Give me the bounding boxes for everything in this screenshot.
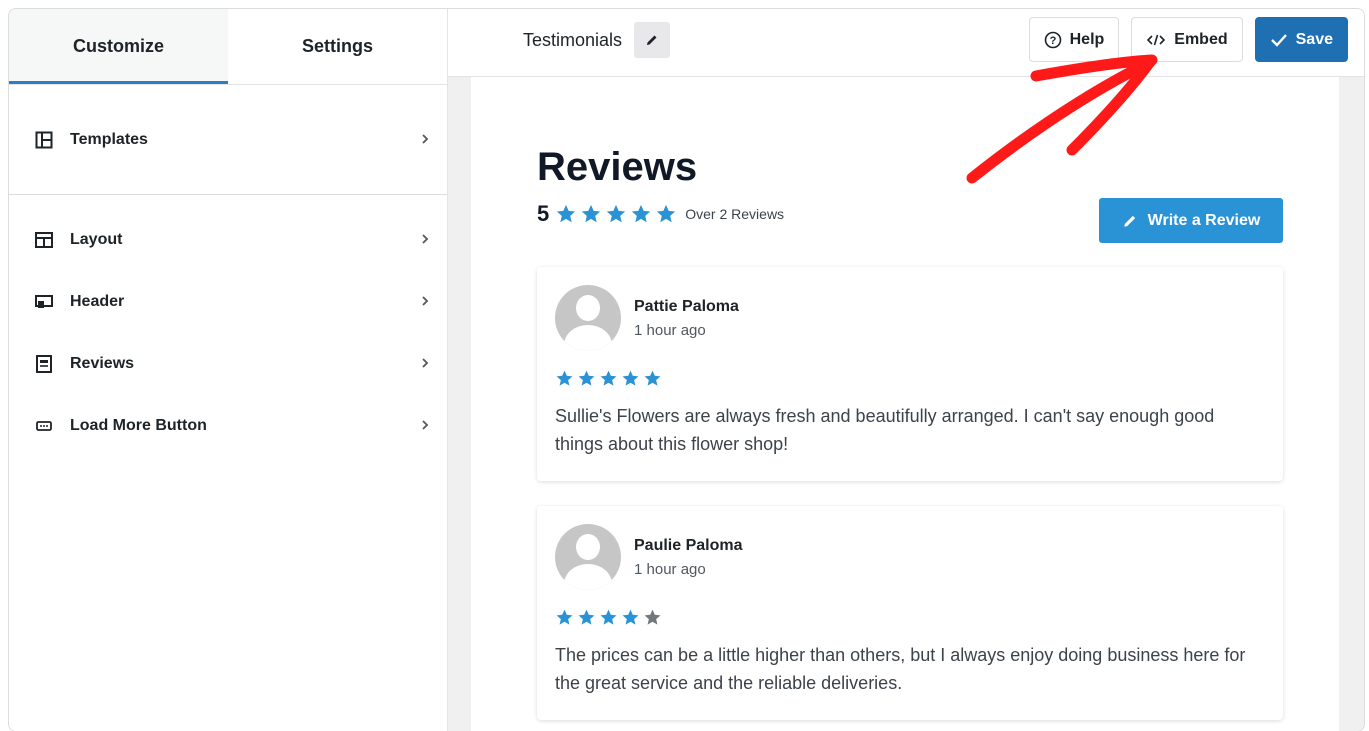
star-filled-icon: [578, 609, 595, 625]
review-count: Over 2 Reviews: [685, 206, 785, 222]
star-filled-icon: [556, 609, 573, 625]
chevron-right-icon: [421, 132, 433, 148]
chevron-right-icon: [421, 294, 433, 310]
review-stars: [555, 608, 1265, 627]
reviewer-name: Pattie Paloma: [634, 297, 739, 315]
review-header: Paulie Paloma 1 hour ago: [555, 524, 1265, 590]
review-stars: [555, 369, 1265, 388]
star-filled-icon: [644, 370, 661, 386]
header-icon: [35, 293, 53, 311]
star-empty-icon: [644, 609, 661, 625]
help-button[interactable]: ? Help: [1028, 17, 1120, 62]
reviewer-name: Paulie Paloma: [634, 536, 743, 554]
editor-topbar: Testimonials ? Help Embed Save: [448, 9, 1364, 77]
edit-title-button[interactable]: [634, 22, 671, 58]
feed-title: Testimonials: [523, 29, 623, 50]
reviewer-info: Pattie Paloma 1 hour ago: [634, 298, 739, 339]
topbar-actions: ? Help Embed Save: [1028, 17, 1348, 62]
title-area: Testimonials: [523, 22, 671, 58]
load-more-icon: [35, 417, 53, 435]
chevron-right-icon: [421, 232, 433, 248]
sidebar-item-label: Reviews: [70, 355, 135, 372]
save-button[interactable]: Save: [1254, 17, 1348, 62]
reviewer-info: Paulie Paloma 1 hour ago: [634, 537, 743, 578]
sidebar-item-load-more-button[interactable]: Load More Button: [9, 395, 447, 457]
write-review-button[interactable]: Write a Review: [1099, 198, 1283, 243]
star-filled-icon: [557, 204, 576, 223]
star-filled-icon: [582, 204, 601, 223]
sidebar-item-label: Header: [70, 293, 125, 310]
average-rating: 5: [537, 201, 550, 226]
reviews-icon: [35, 355, 53, 373]
write-review-label: Write a Review: [1147, 211, 1261, 229]
star-filled-icon: [600, 609, 617, 625]
sidebar-item-templates[interactable]: Templates: [9, 85, 447, 195]
checkmark-icon: [1270, 33, 1287, 47]
avatar: [555, 285, 621, 351]
sidebar-item-layout[interactable]: Layout: [9, 209, 447, 271]
sidebar-item-label: Load More Button: [70, 417, 207, 434]
review-card: Paulie Paloma 1 hour ago The prices can …: [537, 506, 1283, 720]
sidebar-item-reviews[interactable]: Reviews: [9, 333, 447, 395]
embed-button[interactable]: Embed: [1131, 17, 1243, 62]
feed-preview: Reviews 5 Over 2 Reviews Write a Review …: [471, 77, 1339, 731]
reviews-heading: Reviews: [537, 145, 698, 189]
sidebar-section-design: Layout Header Reviews Load More Button: [9, 195, 447, 457]
templates-icon: [35, 131, 53, 149]
customizer-sidebar: Customize Settings Templates Layout Head…: [9, 9, 448, 731]
sidebar-tabs: Customize Settings: [9, 9, 447, 84]
chevron-right-icon: [421, 418, 433, 434]
star-filled-icon: [578, 370, 595, 386]
code-icon: [1147, 34, 1166, 45]
review-header: Pattie Paloma 1 hour ago: [555, 285, 1265, 351]
pencil-icon: [1123, 215, 1135, 227]
star-filled-icon: [622, 609, 639, 625]
help-button-label: Help: [1069, 30, 1105, 48]
tab-customize[interactable]: Customize: [9, 9, 228, 84]
star-filled-icon: [632, 204, 651, 223]
review-text: Sullie's Flowers are always fresh and be…: [555, 406, 1215, 454]
save-button-label: Save: [1295, 30, 1333, 48]
app-window: Customize Settings Templates Layout Head…: [8, 8, 1365, 731]
star-filled-icon: [556, 370, 573, 386]
tab-settings[interactable]: Settings: [228, 9, 447, 84]
star-filled-icon: [600, 370, 617, 386]
review-text: The prices can be a little higher than o…: [555, 645, 1246, 693]
star-filled-icon: [622, 370, 639, 386]
star-filled-icon: [657, 204, 676, 223]
rating-stars: [555, 203, 677, 225]
chevron-right-icon: [421, 356, 433, 372]
pencil-icon: [647, 35, 657, 45]
help-icon: ?: [1044, 31, 1061, 48]
rating-summary: 5 Over 2 Reviews: [537, 201, 784, 227]
review-card: Pattie Paloma 1 hour ago Sullie's Flower…: [537, 267, 1283, 481]
embed-button-label: Embed: [1174, 30, 1228, 48]
sidebar-item-label: Layout: [70, 231, 123, 248]
review-time: 1 hour ago: [634, 560, 706, 578]
sidebar-item-header[interactable]: Header: [9, 271, 447, 333]
star-filled-icon: [607, 204, 626, 223]
sidebar-section-templates: Templates: [9, 84, 447, 195]
layout-icon: [35, 231, 53, 249]
avatar: [555, 524, 621, 590]
svg-text:?: ?: [1049, 35, 1056, 47]
review-time: 1 hour ago: [634, 321, 706, 339]
sidebar-item-label: Templates: [70, 130, 148, 148]
